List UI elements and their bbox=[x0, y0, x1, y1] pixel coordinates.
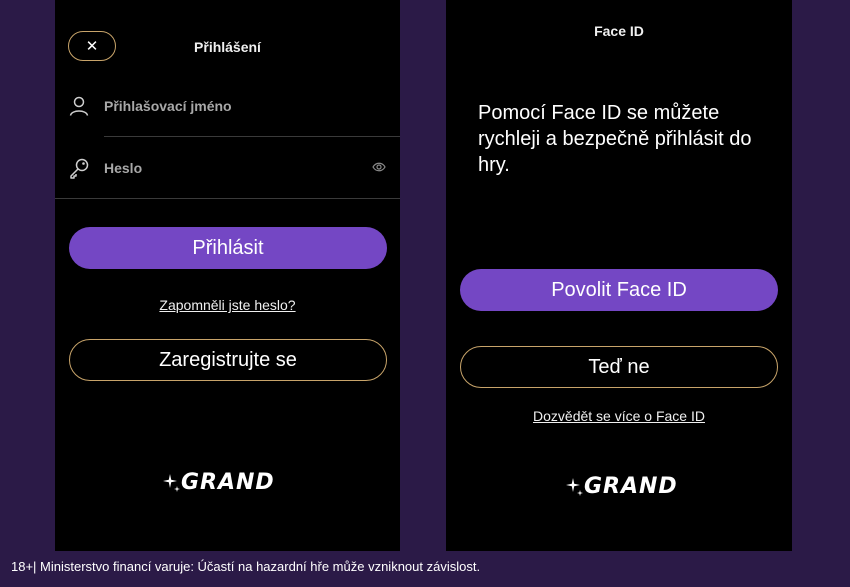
sparkle-icon bbox=[566, 477, 583, 496]
faceid-screen: Face ID Pomocí Face ID se můžete rychlej… bbox=[446, 0, 792, 551]
grand-logo: GRAND bbox=[564, 474, 678, 499]
eye-icon[interactable] bbox=[372, 161, 386, 173]
gambling-disclaimer: 18+| Ministerstvo financí varuje: Účastí… bbox=[11, 559, 481, 574]
user-icon bbox=[69, 96, 89, 116]
username-field[interactable]: Přihlašovací jméno bbox=[104, 98, 232, 114]
divider bbox=[104, 136, 400, 137]
forgot-password-link[interactable]: Zapomněli jste heslo? bbox=[55, 297, 400, 313]
divider bbox=[55, 198, 400, 199]
enable-faceid-button[interactable]: Povolit Face ID bbox=[460, 269, 778, 311]
page-title: Face ID bbox=[594, 23, 644, 39]
grand-logo: GRAND bbox=[161, 470, 275, 495]
register-button[interactable]: Zaregistrujte se bbox=[69, 339, 387, 381]
page-title: Přihlášení bbox=[194, 39, 261, 55]
learn-more-link[interactable]: Dozvědět se více o Face ID bbox=[446, 408, 792, 424]
sparkle-icon bbox=[163, 473, 180, 492]
not-now-button[interactable]: Teď ne bbox=[460, 346, 778, 388]
faceid-message: Pomocí Face ID se můžete rychleji a bezp… bbox=[478, 102, 752, 176]
brand-name: GRAND bbox=[584, 474, 678, 499]
login-button[interactable]: Přihlásit bbox=[69, 227, 387, 269]
key-icon bbox=[70, 158, 89, 179]
login-screen: ✕ Přihlášení Přihlašovací jméno Heslo Př… bbox=[55, 0, 400, 551]
brand-name: GRAND bbox=[181, 470, 275, 495]
password-field[interactable]: Heslo bbox=[104, 160, 142, 176]
